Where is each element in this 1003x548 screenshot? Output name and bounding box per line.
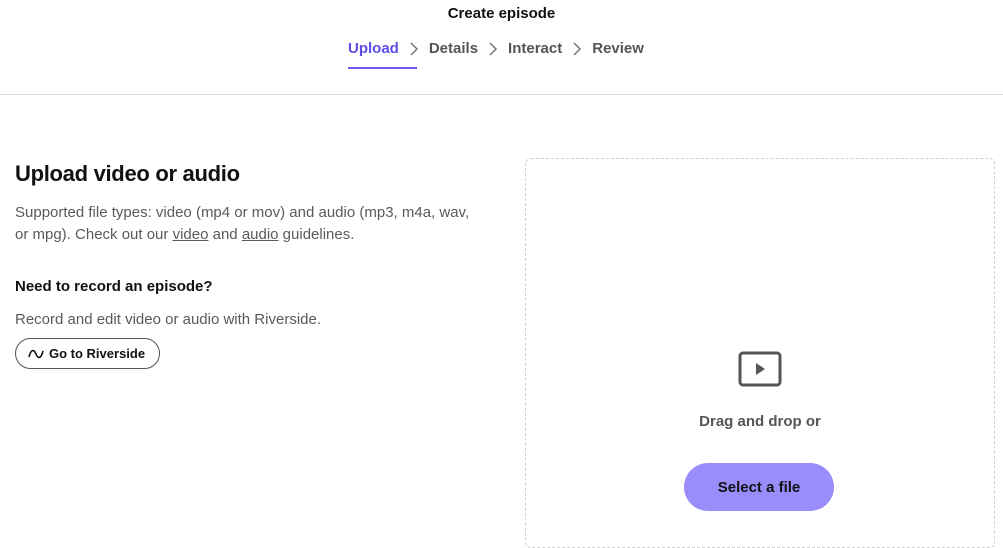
chevron-right-icon bbox=[489, 42, 498, 56]
active-step-underline bbox=[348, 67, 417, 69]
select-file-button[interactable]: Select a file bbox=[684, 463, 834, 511]
file-dropzone[interactable]: Drag and drop or Select a file bbox=[525, 158, 995, 548]
video-play-icon bbox=[738, 351, 782, 387]
go-to-riverside-button[interactable]: Go to Riverside bbox=[15, 338, 161, 369]
wave-icon bbox=[28, 349, 44, 358]
step-details[interactable]: Details bbox=[429, 38, 478, 60]
audio-guidelines-link[interactable]: audio bbox=[242, 226, 279, 243]
upload-info-panel: Upload video or audio Supported file typ… bbox=[15, 160, 495, 369]
step-upload[interactable]: Upload bbox=[348, 40, 399, 57]
record-text: Record and edit video or audio with Rive… bbox=[15, 311, 321, 328]
chevron-right-icon bbox=[573, 42, 582, 56]
supported-types-text: Supported file types: video (mp4 or mov)… bbox=[15, 202, 485, 246]
drag-drop-text: Drag and drop or bbox=[699, 413, 821, 430]
upload-heading: Upload video or audio bbox=[15, 161, 240, 186]
step-review[interactable]: Review bbox=[592, 38, 644, 60]
record-heading: Need to record an episode? bbox=[15, 278, 213, 295]
go-to-riverside-label: Go to Riverside bbox=[49, 346, 146, 361]
header: Create episode Upload Details Interact R… bbox=[0, 0, 1003, 95]
page-title: Create episode bbox=[447, 5, 556, 22]
desc-and: and bbox=[208, 226, 242, 243]
desc-suffix: guidelines. bbox=[278, 226, 355, 243]
chevron-right-icon bbox=[410, 42, 418, 56]
step-interact[interactable]: Interact bbox=[508, 38, 562, 60]
video-guidelines-link[interactable]: video bbox=[173, 226, 209, 243]
stepper: Upload Details Interact Review bbox=[348, 38, 644, 69]
